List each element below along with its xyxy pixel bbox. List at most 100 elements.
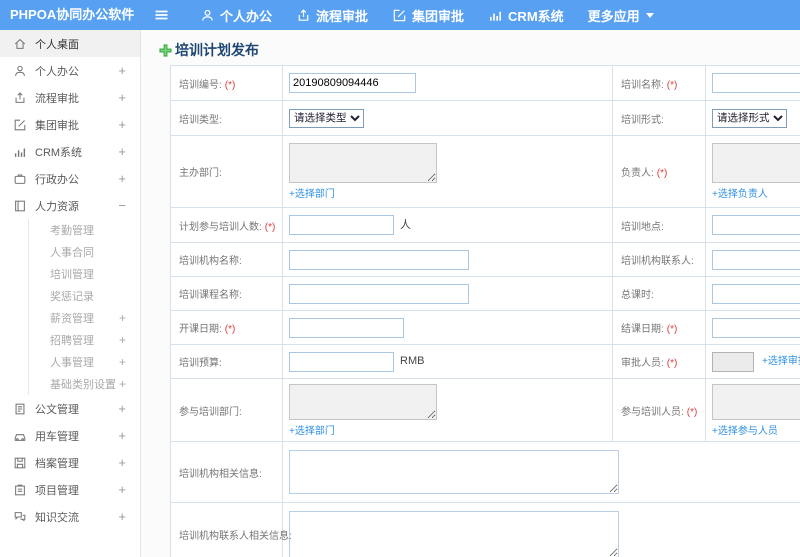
topnav-workflow-approval[interactable]: 流程审批 bbox=[284, 0, 380, 30]
sidebar-item-administrative-office[interactable]: 行政办公 + bbox=[0, 165, 140, 192]
join-department-textarea[interactable] bbox=[289, 383, 437, 420]
sidebar-item-workflow-approval[interactable]: 流程审批 + bbox=[0, 84, 140, 111]
sidebar-item-knowledge-exchange[interactable]: 知识交流 + bbox=[0, 503, 140, 530]
label-org-info: 培训机构相关信息: bbox=[179, 468, 262, 480]
label-join-department: 参与培训部门: bbox=[179, 406, 242, 418]
label-end-date: 结课日期: bbox=[621, 324, 664, 335]
approver-input[interactable] bbox=[712, 351, 754, 372]
required-marker: (*) bbox=[686, 406, 698, 418]
org-contact-info-textarea[interactable] bbox=[289, 511, 619, 557]
label-training-no: 培训编号: bbox=[179, 79, 222, 91]
chat-icon bbox=[13, 510, 27, 524]
clipboard-icon bbox=[13, 483, 27, 497]
main-content: 培训计划发布 培训编号:(*) 培训名称:(*) 培训类型: 请选择类型 培训形… bbox=[141, 30, 800, 557]
top-navigation: 个人办公 流程审批 集团审批 CRM系统 更多应用 bbox=[188, 0, 666, 30]
required-marker: (*) bbox=[666, 358, 678, 369]
total-hours-input[interactable] bbox=[712, 283, 800, 304]
training-form-select[interactable]: 请选择形式 bbox=[712, 108, 787, 128]
end-date-input[interactable] bbox=[712, 317, 800, 338]
topnav-personal-office[interactable]: 个人办公 bbox=[188, 0, 284, 30]
required-marker: (*) bbox=[656, 168, 668, 179]
sidebar-subitem-personnel-management[interactable]: 人事管理 + bbox=[29, 351, 140, 373]
hamburger-icon[interactable] bbox=[153, 7, 170, 23]
sidebar-item-archive-management[interactable]: 档案管理 + bbox=[0, 449, 140, 476]
leader-textarea[interactable] bbox=[712, 143, 800, 183]
topnav-label: 个人办公 bbox=[220, 8, 273, 24]
sidebar-subitem-attendance[interactable]: 考勤管理 bbox=[29, 219, 140, 241]
topnav-label: 流程审批 bbox=[316, 8, 369, 24]
topnav-crm-system[interactable]: CRM系统 bbox=[476, 0, 576, 30]
label-training-type: 培训类型: bbox=[179, 114, 222, 126]
sidebar-subitem-salary-management[interactable]: 薪资管理 + bbox=[29, 307, 140, 329]
required-marker: (*) bbox=[666, 79, 678, 91]
app-title: PHPOA协同办公软件 bbox=[10, 7, 135, 22]
required-marker: (*) bbox=[224, 324, 236, 335]
sidebar-item-official-documents[interactable]: 公文管理 + bbox=[0, 395, 140, 422]
sidebar-item-personal-office[interactable]: 个人办公 + bbox=[0, 57, 140, 84]
unit-rmb: RMB bbox=[400, 355, 425, 368]
training-name-input[interactable] bbox=[712, 73, 800, 93]
host-department-textarea[interactable] bbox=[289, 143, 437, 183]
topnav-group-approval[interactable]: 集团审批 bbox=[380, 0, 476, 30]
select-department-link[interactable]: +选择部门 bbox=[289, 185, 612, 200]
label-org-contact-info: 培训机构联系人相关信息: bbox=[179, 531, 292, 542]
org-name-input[interactable] bbox=[289, 249, 469, 270]
topnav-more-apps[interactable]: 更多应用 bbox=[576, 0, 666, 30]
page-title-row: 培训计划发布 bbox=[158, 40, 800, 60]
sidebar-subitem-reward-punishment[interactable]: 奖惩记录 bbox=[29, 285, 140, 307]
course-name-input[interactable] bbox=[289, 283, 469, 304]
hr-submenu: 考勤管理 人事合同 培训管理 奖惩记录 薪资管理 + 招聘管理 + 人事管理 +… bbox=[28, 219, 140, 395]
user-icon bbox=[13, 64, 27, 78]
user-icon bbox=[200, 8, 215, 23]
flow-icon bbox=[296, 8, 311, 23]
required-marker: (*) bbox=[264, 221, 276, 233]
sidebar-subitem-hr-contract[interactable]: 人事合同 bbox=[29, 241, 140, 263]
sidebar-item-personal-desktop[interactable]: 个人桌面 bbox=[0, 30, 140, 57]
select-participants-link[interactable]: +选择参与人员 bbox=[712, 422, 800, 437]
book-icon bbox=[13, 199, 27, 213]
planned-count-input[interactable] bbox=[289, 215, 394, 235]
training-no-input[interactable] bbox=[289, 73, 416, 93]
label-planned-count: 计划参与培训人数: bbox=[179, 221, 262, 233]
sidebar-item-vehicle-management[interactable]: 用车管理 + bbox=[0, 422, 140, 449]
unit-person: 人 bbox=[400, 218, 411, 231]
edit-icon bbox=[392, 8, 407, 23]
sidebar-item-group-approval[interactable]: 集团审批 + bbox=[0, 111, 140, 138]
label-org-contact: 培训机构联系人: bbox=[621, 256, 694, 267]
org-info-textarea[interactable] bbox=[289, 450, 619, 494]
org-contact-input[interactable] bbox=[712, 249, 800, 270]
training-type-select[interactable]: 请选择类型 bbox=[289, 108, 364, 128]
sidebar-subitem-recruitment[interactable]: 招聘管理 + bbox=[29, 329, 140, 351]
topnav-label: 更多应用 bbox=[587, 8, 640, 24]
sidebar-subitem-base-category-settings[interactable]: 基础类别设置 + bbox=[29, 373, 140, 395]
start-date-input[interactable] bbox=[289, 317, 404, 338]
app-window: PHPOA协同办公软件 个人办公 流程审批 集团审批 CRM系统 更多应用 个人… bbox=[0, 0, 800, 557]
label-training-form: 培训形式: bbox=[621, 114, 664, 126]
select-leader-link[interactable]: +选择负责人 bbox=[712, 185, 800, 200]
sidebar-item-human-resources[interactable]: 人力资源 − bbox=[0, 192, 140, 219]
location-input[interactable] bbox=[712, 215, 800, 235]
edit-icon bbox=[13, 118, 27, 132]
training-plan-form: 培训编号:(*) 培训名称:(*) 培训类型: 请选择类型 培训形式: 请选择形… bbox=[170, 65, 800, 557]
topbar: PHPOA协同办公软件 个人办公 流程审批 集团审批 CRM系统 更多应用 bbox=[0, 0, 800, 30]
label-total-hours: 总课时: bbox=[621, 290, 654, 301]
label-host-department: 主办部门: bbox=[179, 168, 222, 179]
car-icon bbox=[13, 429, 27, 443]
sidebar-item-crm-system[interactable]: CRM系统 + bbox=[0, 138, 140, 165]
join-people-textarea[interactable] bbox=[712, 383, 800, 420]
sidebar-subitem-training-management[interactable]: 培训管理 bbox=[29, 263, 140, 285]
sidebar: 个人桌面 个人办公 + 流程审批 + 集团审批 + CRM系统 + 行政办公 + bbox=[0, 30, 141, 557]
label-location: 培训地点: bbox=[621, 221, 664, 233]
label-join-people: 参与培训人员: bbox=[621, 406, 684, 418]
select-approver-link[interactable]: +选择审批人员 bbox=[762, 356, 800, 367]
select-department-link[interactable]: +选择部门 bbox=[289, 422, 612, 437]
topnav-label: 集团审批 bbox=[412, 8, 465, 24]
label-leader: 负责人: bbox=[621, 168, 654, 179]
label-start-date: 开课日期: bbox=[179, 324, 222, 335]
document-icon bbox=[13, 402, 27, 416]
label-course-name: 培训课程名称: bbox=[179, 290, 242, 301]
budget-input[interactable] bbox=[289, 351, 394, 372]
home-icon bbox=[13, 37, 27, 51]
briefcase-icon bbox=[13, 172, 27, 186]
sidebar-item-project-management[interactable]: 项目管理 + bbox=[0, 476, 140, 503]
